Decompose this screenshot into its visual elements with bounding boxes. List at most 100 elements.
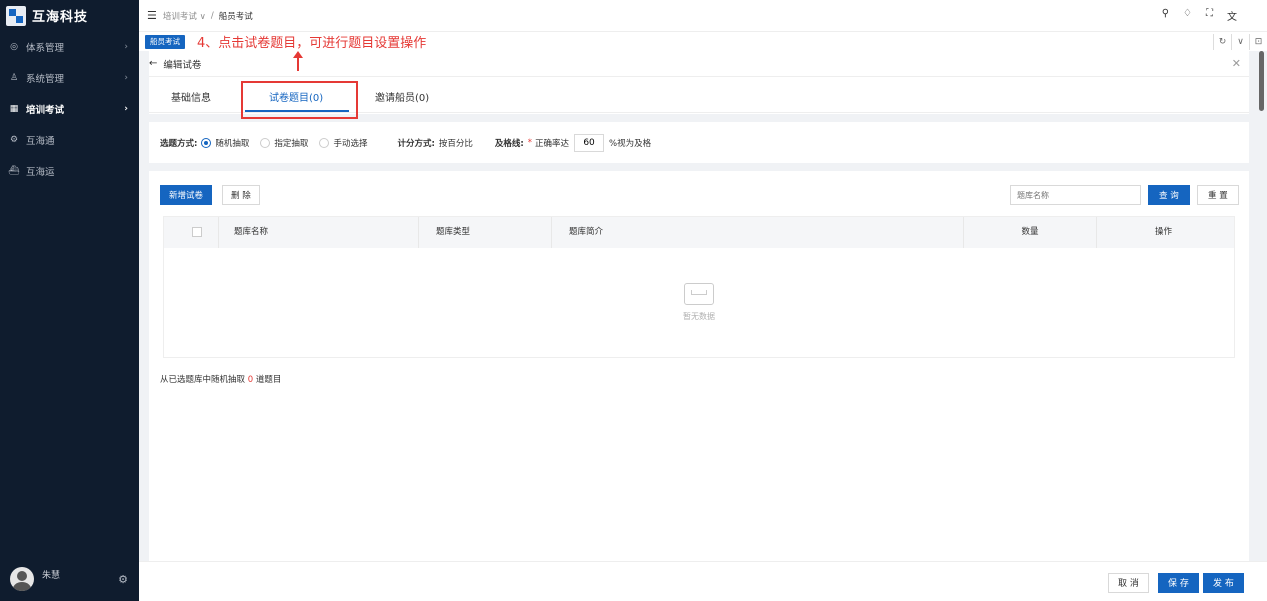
reset-button[interactable]: 重 置 bbox=[1197, 185, 1239, 205]
tab-basic-info[interactable]: 基础信息 bbox=[171, 89, 211, 104]
sidebar-item-label: 培训考试 bbox=[26, 104, 65, 116]
system-circle-icon: ◎ bbox=[10, 41, 18, 52]
th-actions: 操作 bbox=[1154, 227, 1172, 237]
select-mode-label: 选题方式: bbox=[160, 139, 198, 149]
radio-random[interactable]: 随机抽取 bbox=[201, 137, 249, 149]
close-icon[interactable]: ✕ bbox=[1232, 57, 1241, 70]
question-bank-section: 新增试卷 删 除 查 询 重 置 题库名称 题库类型 题库简介 数量 操作 暂无… bbox=[149, 171, 1249, 561]
inbox-empty-icon bbox=[684, 283, 714, 305]
panel-title: 编辑试卷 bbox=[163, 59, 202, 71]
radio-checked-icon bbox=[201, 138, 212, 148]
tag-row: 船员考试 4、点击试卷题目，可进行题目设置操作 ↻ ∨ ⊡ bbox=[139, 31, 1267, 51]
top-icons: ⚲ ♢ ⛶ 文 bbox=[1162, 8, 1237, 23]
annotation-arrow bbox=[293, 51, 303, 71]
logo-text: 互海科技 bbox=[32, 10, 89, 25]
save-button[interactable]: 保 存 bbox=[1158, 573, 1199, 593]
scrollbar-track[interactable] bbox=[1257, 51, 1265, 561]
radio-label: 手动选择 bbox=[333, 139, 368, 149]
pass-rate-input[interactable] bbox=[574, 134, 605, 152]
breadcrumb-separator: / bbox=[210, 10, 214, 21]
empty-state: 暂无数据 bbox=[164, 248, 1234, 357]
grid-icon: ▦ bbox=[9, 103, 19, 114]
note-suffix: 道题目 bbox=[255, 375, 282, 385]
user-name: 朱慧 bbox=[42, 570, 61, 581]
breadcrumb-current: 船员考试 bbox=[218, 11, 253, 22]
tab-invite-crew[interactable]: 邀请船员(0) bbox=[375, 89, 429, 104]
radio-specified[interactable]: 指定抽取 bbox=[260, 137, 308, 149]
sidebar-item-label: 互海通 bbox=[26, 135, 55, 147]
th-select bbox=[164, 217, 219, 248]
translate-icon[interactable]: 文 bbox=[1227, 8, 1237, 23]
score-mode-label: 计分方式: bbox=[397, 139, 435, 149]
sidebar: 互海科技 ◎ 体系管理 › ♙ 系统管理 › ▦ 培训考试 › ⚙ 互海通 ⛴ … bbox=[0, 0, 139, 601]
chevron-right-icon: › bbox=[124, 72, 128, 83]
question-bank-table: 题库名称 题库类型 题库简介 数量 操作 暂无数据 bbox=[163, 216, 1235, 358]
tabs: 基础信息 试卷题目(0) 邀请船员(0) bbox=[149, 77, 1249, 113]
chevron-down-icon[interactable]: ∨ bbox=[1231, 34, 1249, 50]
sidebar-item-training[interactable]: ▦ 培训考试 › bbox=[0, 93, 139, 124]
sidebar-item-huhaiyun[interactable]: ⛴ 互海运 bbox=[0, 155, 139, 186]
radio-unchecked-icon bbox=[319, 138, 330, 148]
sidebar-item-system[interactable]: ◎ 体系管理 › bbox=[0, 31, 139, 62]
bottom-action-bar: 取 消 保 存 发 布 bbox=[139, 561, 1267, 601]
empty-text: 暂无数据 bbox=[683, 312, 715, 321]
random-pick-note: 从已选题库中随机抽取 0 道题目 bbox=[160, 373, 281, 385]
note-count: 0 bbox=[247, 375, 254, 385]
required-mark: * bbox=[527, 138, 533, 148]
th-count: 数量 bbox=[964, 217, 1097, 248]
tag-crew-exam[interactable]: 船员考试 bbox=[145, 35, 185, 49]
note-prefix: 从已选题库中随机抽取 bbox=[160, 375, 246, 385]
fullscreen-icon[interactable]: ⛶ bbox=[1206, 8, 1213, 23]
sidebar-item-huhaitong[interactable]: ⚙ 互海通 bbox=[0, 124, 139, 155]
sidebar-item-label: 体系管理 bbox=[26, 42, 65, 54]
cancel-button[interactable]: 取 消 bbox=[1108, 573, 1149, 593]
gap bbox=[149, 163, 1249, 171]
add-paper-button[interactable]: 新增试卷 bbox=[160, 185, 213, 205]
pass-suffix: %视为及格 bbox=[609, 139, 652, 149]
avatar[interactable] bbox=[10, 567, 34, 591]
search-icon[interactable]: ⚲ bbox=[1162, 8, 1169, 23]
table-header: 题库名称 题库类型 题库简介 数量 操作 bbox=[164, 217, 1234, 248]
score-mode-value: 按百分比 bbox=[438, 139, 473, 149]
select-all-checkbox[interactable] bbox=[192, 227, 202, 237]
query-button[interactable]: 查 询 bbox=[1148, 185, 1190, 205]
gear-icon: ⚙ bbox=[9, 134, 19, 145]
pass-line-label: 及格线: bbox=[494, 139, 524, 149]
scrollbar-thumb[interactable] bbox=[1259, 51, 1264, 111]
sidebar-item-label: 系统管理 bbox=[26, 73, 65, 85]
panel-header: ← 编辑试卷 ✕ bbox=[149, 51, 1249, 77]
tag-tools: ↻ ∨ ⊡ bbox=[1213, 34, 1267, 50]
back-arrow-icon[interactable]: ← bbox=[149, 58, 157, 69]
topbar: ☰ 培训考试 ∨ / 船员考试 ⚲ ♢ ⛶ 文 bbox=[139, 0, 1267, 31]
expand-icon[interactable]: ⊡ bbox=[1249, 34, 1267, 50]
menu-fold-icon[interactable]: ☰ bbox=[147, 9, 157, 22]
gap bbox=[149, 114, 1249, 122]
sidebar-item-label: 互海运 bbox=[26, 166, 55, 178]
refresh-icon[interactable]: ↻ bbox=[1213, 34, 1231, 50]
chevron-right-icon: › bbox=[124, 41, 128, 52]
edit-paper-panel: ← 编辑试卷 ✕ 基础信息 试卷题目(0) 邀请船员(0) 选题方式: 随机抽取… bbox=[149, 51, 1249, 561]
tab-active-underline bbox=[245, 110, 349, 112]
logo: 互海科技 bbox=[0, 0, 139, 31]
tab-paper-questions[interactable]: 试卷题目(0) bbox=[269, 89, 323, 104]
ship-icon: ⛴ bbox=[8, 165, 20, 176]
logo-icon bbox=[6, 5, 26, 26]
bell-icon[interactable]: ♢ bbox=[1183, 8, 1192, 23]
sidebar-item-system-admin[interactable]: ♙ 系统管理 › bbox=[0, 62, 139, 93]
delete-button[interactable]: 删 除 bbox=[222, 185, 260, 205]
th-bank-type: 题库类型 bbox=[419, 217, 552, 248]
publish-button[interactable]: 发 布 bbox=[1203, 573, 1244, 593]
settings-row: 选题方式: 随机抽取 指定抽取 手动选择 计分方式: 按百分比 及格线: * 正… bbox=[149, 123, 1249, 163]
chevron-right-icon: › bbox=[124, 103, 128, 114]
user-cog-icon: ♙ bbox=[9, 72, 19, 83]
breadcrumb-parent[interactable]: 培训考试 ∨ bbox=[163, 10, 206, 22]
radio-label: 随机抽取 bbox=[215, 139, 250, 149]
settings-gear-icon[interactable]: ⚙ bbox=[118, 573, 128, 586]
th-bank-intro: 题库简介 bbox=[552, 217, 964, 248]
radio-unchecked-icon bbox=[260, 138, 271, 148]
user-area: 朱慧 ⚙ bbox=[0, 557, 139, 601]
radio-manual[interactable]: 手动选择 bbox=[319, 137, 367, 149]
th-bank-name: 题库名称 bbox=[219, 217, 419, 248]
annotation-text: 4、点击试卷题目，可进行题目设置操作 bbox=[197, 36, 427, 51]
bank-name-search-input[interactable] bbox=[1010, 185, 1141, 205]
